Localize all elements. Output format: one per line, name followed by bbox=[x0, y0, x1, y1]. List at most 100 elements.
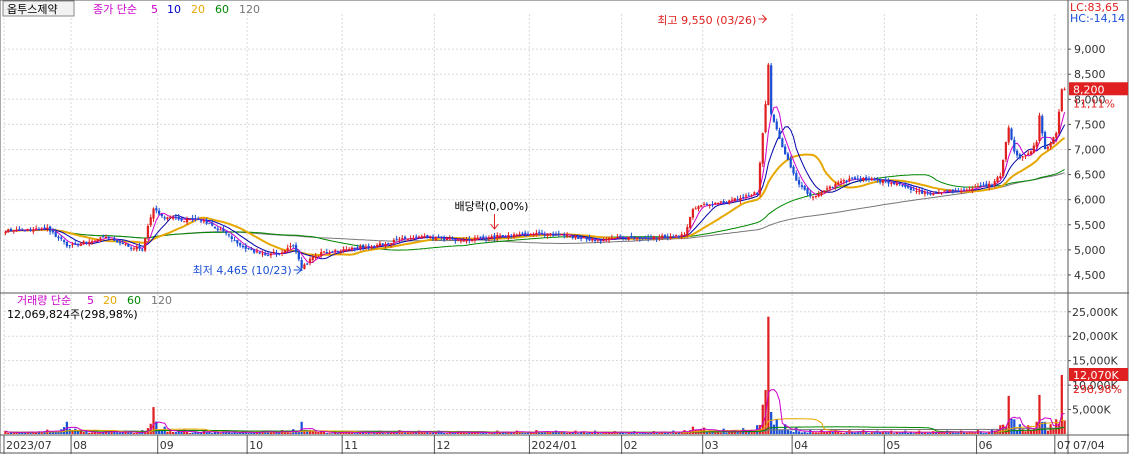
candle-body bbox=[43, 227, 46, 229]
candle-body bbox=[493, 235, 496, 238]
candle-body bbox=[568, 235, 572, 237]
volume-bar bbox=[253, 432, 256, 434]
candle-body bbox=[828, 186, 831, 189]
volume-bar bbox=[585, 432, 588, 434]
volume-bar bbox=[118, 432, 122, 434]
candle-body bbox=[510, 236, 513, 238]
candle-body bbox=[635, 237, 639, 239]
candle-body bbox=[906, 185, 910, 188]
candle-body bbox=[859, 179, 862, 181]
candle-body bbox=[747, 195, 750, 197]
candle-body bbox=[702, 204, 706, 206]
candle-body bbox=[163, 217, 166, 219]
candle-body bbox=[191, 218, 194, 220]
time-tick-label: 10 bbox=[249, 439, 263, 452]
candle-body bbox=[577, 235, 580, 240]
candle-body bbox=[222, 228, 225, 232]
candle-body bbox=[498, 235, 502, 237]
candle-body bbox=[297, 251, 300, 260]
price-legend-period: 5 bbox=[151, 3, 158, 16]
volume-bar bbox=[353, 433, 356, 434]
volume-bar bbox=[487, 433, 491, 434]
candle-body bbox=[381, 243, 384, 246]
candle-body bbox=[1027, 153, 1030, 156]
candle-body bbox=[968, 189, 971, 191]
candle-body bbox=[560, 234, 563, 236]
candle-body bbox=[596, 239, 599, 241]
price-tick-label: 5,000 bbox=[1074, 244, 1106, 257]
candle-body bbox=[521, 233, 524, 235]
volume-bar bbox=[76, 431, 80, 434]
candle-body bbox=[132, 248, 136, 250]
volume-bar bbox=[180, 431, 183, 434]
volume-bar bbox=[873, 432, 876, 434]
volume-bar bbox=[465, 432, 468, 434]
candle-body bbox=[1015, 150, 1019, 156]
candle-body bbox=[255, 251, 259, 253]
candle-body bbox=[292, 245, 295, 247]
candle-body bbox=[856, 178, 859, 180]
candle-body bbox=[571, 235, 574, 239]
volume-legend-period: 20 bbox=[103, 294, 117, 307]
volume-bar bbox=[797, 431, 801, 434]
candle-body bbox=[954, 190, 957, 192]
candle-body bbox=[621, 236, 625, 238]
candle-body bbox=[714, 202, 717, 205]
volume-bar bbox=[311, 431, 314, 434]
candle-body bbox=[647, 237, 650, 239]
candle-body bbox=[784, 146, 787, 155]
candle-body bbox=[593, 240, 597, 242]
candle-body bbox=[546, 234, 549, 236]
volume-bar bbox=[384, 433, 387, 434]
candle-body bbox=[487, 237, 491, 239]
candle-body bbox=[275, 253, 278, 255]
candle-body bbox=[155, 208, 158, 211]
candle-body bbox=[389, 243, 393, 245]
candle-body bbox=[46, 227, 49, 230]
candle-body bbox=[633, 237, 636, 239]
candle-body bbox=[51, 230, 55, 233]
candle-body bbox=[211, 223, 214, 226]
candle-body bbox=[322, 251, 326, 253]
candle-body bbox=[29, 229, 32, 231]
candle-body bbox=[1063, 89, 1066, 91]
candle-body bbox=[988, 183, 991, 188]
volume-bar bbox=[166, 431, 169, 434]
candle-body bbox=[188, 218, 191, 220]
candle-body bbox=[943, 190, 946, 192]
candle-body bbox=[538, 232, 541, 234]
candle-body bbox=[266, 255, 270, 257]
candle-body bbox=[890, 182, 893, 184]
candle-body bbox=[976, 186, 980, 188]
candle-body bbox=[772, 114, 776, 122]
volume-bar bbox=[719, 432, 722, 434]
volume-bar bbox=[837, 431, 840, 434]
volume-tick-label: 15,000K bbox=[1072, 355, 1118, 368]
candle-body bbox=[74, 243, 77, 245]
candle-body bbox=[845, 180, 848, 182]
candle-body bbox=[884, 179, 887, 182]
volume-bar bbox=[591, 433, 594, 434]
volume-bar bbox=[266, 432, 270, 434]
candle-body bbox=[652, 236, 655, 240]
volume-bar bbox=[811, 432, 815, 434]
candle-body bbox=[387, 243, 390, 245]
volume-bar bbox=[82, 431, 85, 434]
candle-body bbox=[227, 234, 231, 236]
candle-body bbox=[865, 177, 868, 179]
dividend-annotation: 배당락(0,00%) bbox=[454, 200, 528, 213]
volume-bar bbox=[568, 432, 572, 434]
volume-bar bbox=[635, 433, 639, 434]
volume-bar bbox=[144, 432, 147, 434]
candle-body bbox=[308, 258, 312, 263]
volume-bar bbox=[79, 430, 82, 434]
candle-body bbox=[82, 241, 85, 245]
candle-body bbox=[990, 184, 994, 186]
candle-body bbox=[666, 237, 669, 239]
candle-body bbox=[484, 238, 488, 240]
candle-body bbox=[1018, 154, 1022, 159]
candle-body bbox=[205, 220, 208, 224]
volume-bar bbox=[244, 432, 247, 434]
candle-body bbox=[359, 245, 362, 249]
volume-bar bbox=[350, 432, 354, 434]
